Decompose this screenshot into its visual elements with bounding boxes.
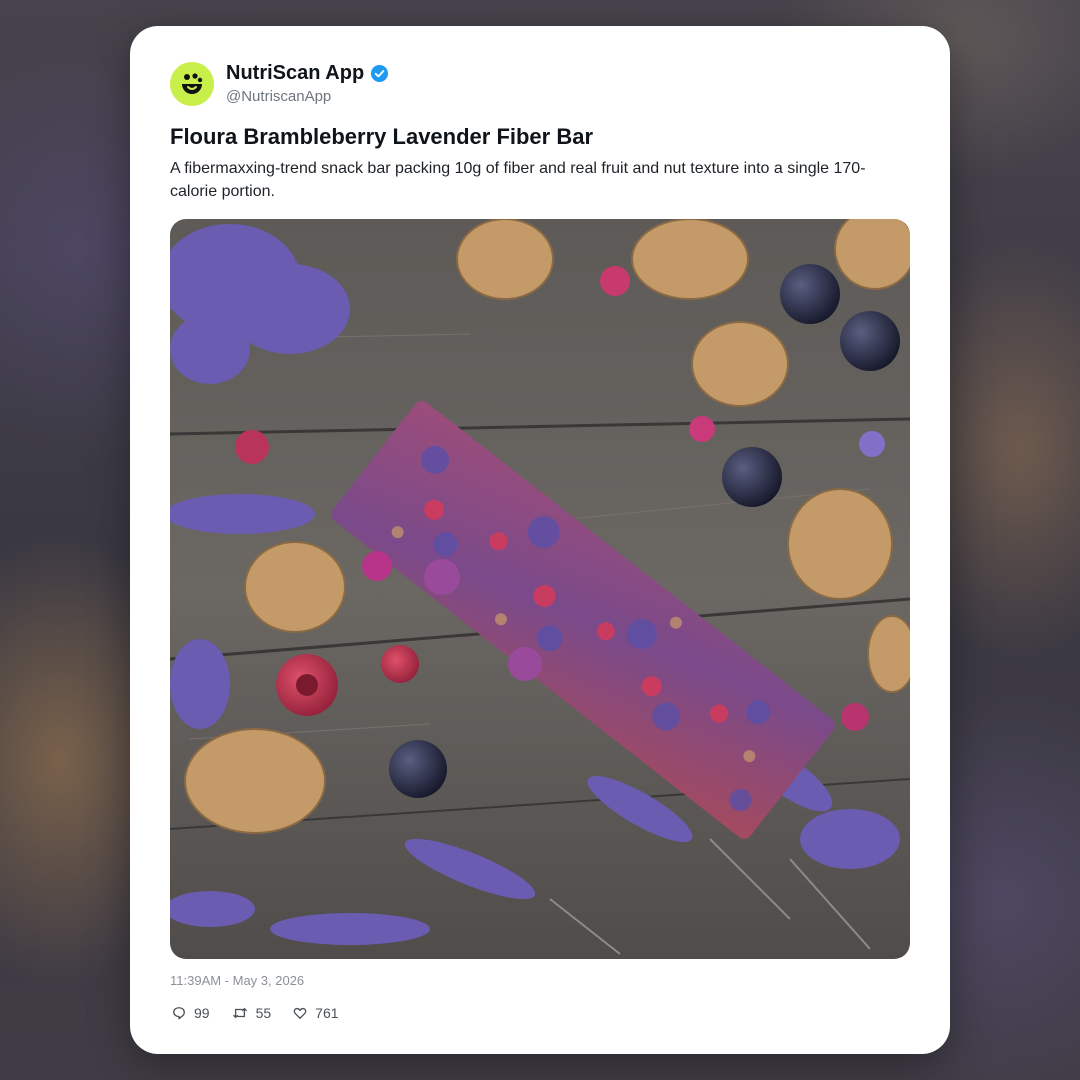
post-title: Floura Brambleberry Lavender Fiber Bar [170,124,594,149]
repost-button[interactable]: 55 [232,1005,272,1021]
post-image[interactable] [170,219,910,959]
avatar[interactable] [170,62,214,106]
post-card: NutriScan App @NutriscanApp Floura Bramb… [130,26,950,1054]
reply-count: 99 [194,1005,210,1021]
comment-icon [173,1007,185,1020]
reply-button[interactable]: 99 [172,1005,210,1021]
nutriscan-logo-icon [182,73,203,94]
like-count: 761 [315,1005,339,1021]
repost-icon [232,1007,247,1019]
heart-icon [293,1007,307,1019]
engagement-bar: 99 55 761 [172,1005,339,1021]
author-name-row[interactable]: NutriScan App [226,62,389,85]
verified-badge-icon [371,64,389,83]
like-button[interactable]: 761 [293,1005,339,1021]
fiber-bar-photo [170,219,910,959]
repost-count: 55 [255,1005,272,1021]
author-handle[interactable]: @NutriscanApp [226,88,331,105]
post-description: A fibermaxxing-trend snack bar packing 1… [170,160,866,200]
post-timestamp[interactable]: 11:39AM - May 3, 2026 [170,973,304,988]
author-name[interactable]: NutriScan App [226,62,364,85]
